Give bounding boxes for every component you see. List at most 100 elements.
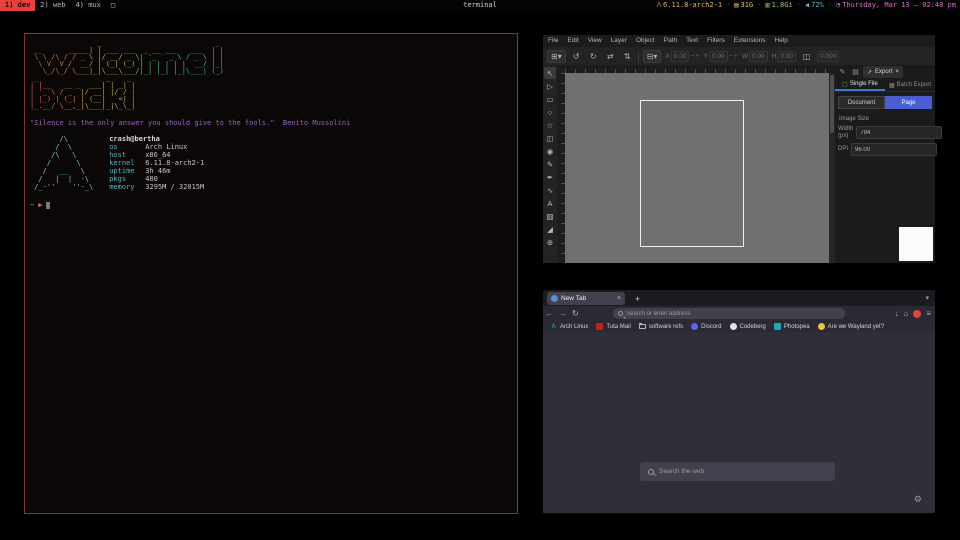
selector-tool-icon[interactable]: ↖ — [544, 67, 556, 79]
web-search-box[interactable] — [640, 462, 835, 481]
menu-object[interactable]: Object — [636, 35, 655, 47]
x-plus-button[interactable]: + — [696, 53, 700, 60]
export-width-input[interactable] — [856, 126, 942, 139]
height-coordinate-field[interactable]: 0.00 — [777, 51, 796, 62]
selection-mode-dropdown[interactable]: ⊞▾ — [547, 50, 566, 63]
folder-icon — [639, 324, 646, 329]
volume-level: 72% — [811, 0, 824, 11]
vertical-ruler — [557, 73, 565, 263]
y-plus-button[interactable]: + — [734, 53, 738, 60]
x-minus-button[interactable]: − — [690, 53, 694, 60]
spiral-tool-icon[interactable]: ◉ — [544, 145, 556, 157]
shell-prompt[interactable]: ~ ▶ — [30, 201, 513, 209]
edit-dock-icon[interactable]: ✎ — [837, 67, 848, 78]
scale-stroke-icon[interactable]: ◫ — [800, 50, 813, 63]
menu-layer[interactable]: Layer — [611, 35, 627, 47]
text-tool-icon[interactable]: A — [544, 197, 556, 209]
search-icon — [618, 311, 623, 316]
discord-favicon-icon — [691, 323, 698, 330]
page-settings-gear-icon[interactable]: ⚙ — [914, 494, 922, 505]
dropper-tool-icon[interactable]: ◢ — [544, 223, 556, 235]
memory-usage: 1.8Gi — [772, 0, 793, 11]
bookmark-photopea[interactable]: Photopea — [774, 323, 810, 330]
adblock-extension-icon[interactable] — [913, 310, 921, 318]
ellipse-tool-icon[interactable]: ○ — [544, 106, 556, 118]
desktop: 1) dev 2) web 4) mux □ terminal Λ6.11.8-… — [0, 0, 960, 540]
calligraphy-tool-icon[interactable]: ∿ — [544, 184, 556, 196]
downloads-icon[interactable]: ↓ — [894, 309, 898, 318]
rect-tool-icon[interactable]: ▭ — [544, 93, 556, 105]
width-coordinate-field[interactable]: 0.00 — [749, 51, 768, 62]
menu-filters[interactable]: Filters — [707, 35, 725, 47]
cursor — [46, 202, 50, 209]
document-button[interactable]: Document — [838, 96, 885, 109]
tab-close-icon[interactable]: × — [617, 295, 621, 302]
menu-help[interactable]: Help — [775, 35, 788, 47]
bookmark-software-refs[interactable]: software refs — [639, 324, 683, 330]
tab-favicon-globe-icon — [551, 295, 558, 302]
new-tab-page: ⚙ — [543, 332, 935, 513]
disk-usage: 31G — [741, 0, 754, 11]
node-tool-icon[interactable]: ▷ — [544, 80, 556, 92]
inkscape-window: File Edit View Layer Object Path Text Fi… — [543, 35, 935, 263]
list-tabs-chevron-icon[interactable]: ▾ — [925, 292, 929, 305]
quote-text: "Silence is the only answer you should g… — [30, 119, 513, 127]
star-tool-icon[interactable]: ☆ — [544, 119, 556, 131]
browser-tabbar: New Tab × + ▾ — [543, 290, 935, 306]
url-bar[interactable] — [613, 308, 845, 319]
bookmark-are-we-wayland-yet[interactable]: Are we Wayland yet? — [818, 323, 884, 330]
pen-tool-icon[interactable]: ✒ — [544, 171, 556, 183]
back-button[interactable]: ← — [543, 309, 556, 318]
rotate-ccw-icon[interactable]: ↺ — [570, 50, 583, 63]
menu-extensions[interactable]: Extensions — [734, 35, 766, 47]
wayland-favicon-icon — [818, 323, 825, 330]
tab-batch-export[interactable]: ▦ Batch Export — [885, 79, 935, 91]
inkscape-canvas[interactable] — [565, 73, 829, 263]
bookmark-codeberg[interactable]: Codeberg — [730, 323, 766, 330]
bookmark-tuta-mail[interactable]: Tuta Mail — [596, 323, 630, 330]
new-tab-button[interactable]: + — [631, 292, 644, 305]
user-host: crash@bertha — [109, 135, 204, 143]
box3d-tool-icon[interactable]: ◫ — [544, 132, 556, 144]
zoom-value-field[interactable]: 0.000 — [817, 51, 839, 62]
menu-edit[interactable]: Edit — [567, 35, 578, 47]
terminal-window[interactable]: _ _ __ _____| | ___ ___ _ __ ___ ___ | |… — [24, 33, 518, 514]
flip-vertical-icon[interactable]: ⇅ — [621, 50, 634, 63]
web-search-input[interactable] — [659, 468, 827, 475]
bookmark-discord[interactable]: Discord — [691, 323, 721, 330]
zoom-tool-icon[interactable]: ⊕ — [544, 236, 556, 248]
reload-button[interactable]: ↻ — [569, 309, 582, 318]
menu-view[interactable]: View — [588, 35, 602, 47]
flip-horizontal-icon[interactable]: ⇄ — [604, 50, 617, 63]
menu-path[interactable]: Path — [664, 35, 677, 47]
align-dropdown[interactable]: ⊟▾ — [643, 50, 662, 63]
page-button[interactable]: Page — [885, 96, 932, 109]
ruler-corner — [557, 65, 565, 73]
rotate-cw-icon[interactable]: ↻ — [587, 50, 600, 63]
inkscape-menubar: File Edit View Layer Object Path Text Fi… — [543, 35, 935, 47]
gradient-tool-icon[interactable]: ▧ — [544, 210, 556, 222]
tab-single-file[interactable]: ▢ Single File — [835, 79, 885, 91]
layers-dock-icon[interactable]: ▤ — [850, 67, 861, 78]
scrollbar-thumb[interactable] — [830, 75, 834, 133]
menu-file[interactable]: File — [548, 35, 558, 47]
menu-hamburger-icon[interactable]: ≡ — [926, 309, 931, 318]
y-coordinate-field[interactable]: 0.00 — [709, 51, 728, 62]
close-export-tab-icon[interactable]: × — [895, 69, 899, 75]
url-input[interactable] — [626, 311, 840, 317]
export-dpi-input[interactable] — [851, 143, 937, 156]
home-icon[interactable]: ⌂ — [903, 309, 908, 318]
browser-tab-new-tab[interactable]: New Tab × — [547, 292, 625, 305]
kernel-version: 6.11.8-arch2-1 — [663, 0, 722, 11]
export-area-segment: Document Page — [835, 92, 935, 113]
forward-button[interactable]: → — [556, 309, 569, 318]
datetime: Thursday, Mar 13 — 02:48 pm — [842, 0, 956, 11]
x-coordinate-field[interactable]: 0.00 — [671, 51, 690, 62]
pencil-tool-icon[interactable]: ✎ — [544, 158, 556, 170]
bookmark-arch-linux[interactable]: ΛArch Linux — [550, 323, 588, 330]
codeberg-favicon-icon — [730, 323, 737, 330]
export-dock-tab[interactable]: ↗ Export × — [863, 66, 903, 78]
search-icon — [648, 469, 654, 475]
menu-text[interactable]: Text — [686, 35, 698, 47]
y-minus-button[interactable]: − — [729, 53, 733, 60]
